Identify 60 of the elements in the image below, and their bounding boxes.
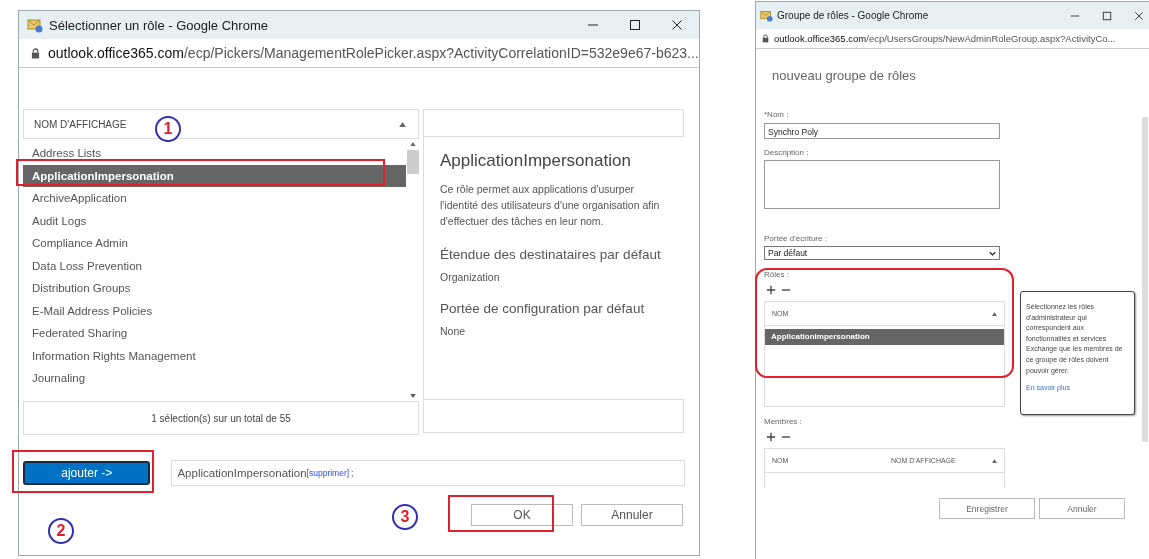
lock-icon — [31, 47, 40, 59]
list-item[interactable]: Distribution Groups — [23, 277, 406, 300]
sort-arrow-icon — [992, 311, 997, 316]
list-item[interactable]: Journaling — [23, 367, 406, 390]
remove-link[interactable]: [supprimer] — [306, 468, 350, 478]
envelope-icon — [27, 17, 43, 33]
field-label: Rôles : — [764, 270, 790, 279]
list-item[interactable]: ArchiveApplication — [23, 187, 406, 210]
lock-icon — [762, 34, 769, 43]
table-row[interactable]: ApplicationImpersonation — [765, 329, 1004, 345]
sort-arrow-icon — [409, 142, 416, 146]
detail-description: Ce rôle permet aux applications d'usurper l'identité des utilisateurs d'une organisation afin d'effectuer des tâches en leur nom. — [440, 182, 661, 229]
list-item[interactable]: Address Lists — [23, 142, 406, 165]
detail-title: ApplicationImpersonation — [440, 151, 632, 171]
dialog-button[interactable]: Annuler — [1039, 498, 1125, 519]
list-item[interactable]: Federated Sharing — [23, 322, 406, 345]
plus-icon[interactable] — [766, 285, 776, 295]
name-field[interactable]: Synchro Poly — [764, 123, 1000, 139]
separator-text: ; — [351, 468, 354, 478]
maximize-icon[interactable] — [629, 19, 641, 31]
field-label: Portée d'écriture : — [764, 234, 828, 243]
list-item[interactable]: ApplicationImpersonation — [23, 164, 406, 187]
sort-arrow-icon — [992, 458, 997, 463]
plus-icon[interactable] — [766, 432, 776, 442]
scrollbar-thumb[interactable] — [406, 150, 419, 174]
page-heading: nouveau groupe de rôles — [772, 68, 917, 83]
dialog-button[interactable]: Annuler — [581, 504, 683, 526]
field-value: Organization — [440, 271, 501, 283]
list-item[interactable]: E-Mail Address Policies — [23, 299, 406, 322]
sort-arrow-icon — [399, 121, 406, 127]
field-value: None — [440, 325, 467, 337]
dialog-button[interactable]: OK — [471, 504, 573, 526]
list-item[interactable]: Data Loss Prevention — [23, 254, 406, 277]
list-item[interactable]: Audit Logs — [23, 209, 406, 232]
add-button[interactable]: ajouter -> — [23, 461, 151, 485]
field-label: *Nom : — [764, 110, 790, 119]
field-label: Membres : — [764, 417, 803, 426]
field-label: Étendue des destinataires par défaut — [440, 247, 662, 262]
scrollbar[interactable] — [1142, 117, 1148, 442]
close-icon[interactable] — [1134, 10, 1144, 21]
address-url[interactable]: outlook.office365.com/ecp/Pickers/ManagementRolePicker.aspx?ActivityCorrelationID=532e9e67-b623... — [48, 45, 699, 61]
window-title: Groupe de rôles - Google Chrome — [777, 10, 930, 21]
field-label: Description : — [764, 148, 810, 157]
scope-dropdown[interactable]: Par défaut — [764, 246, 1000, 260]
close-icon[interactable] — [671, 19, 683, 31]
field-label: Portée de configuration par défaut — [440, 301, 646, 316]
window-title: Sélectionner un rôle - Google Chrome — [49, 17, 269, 33]
selection-count: 1 sélection(s) sur un total de 55 — [23, 401, 419, 435]
list-item[interactable]: Compliance Admin — [23, 232, 406, 255]
selected-role: ApplicationImpersonation — [177, 467, 307, 479]
address-url[interactable]: outlook.office365.com/ecp/UsersGroups/NewAdminRoleGroup.aspx?ActivityCo... — [774, 33, 1116, 44]
description-field[interactable] — [764, 160, 1000, 209]
down-arrow-icon — [409, 394, 416, 398]
chevron-icon — [989, 250, 996, 256]
list-item[interactable]: Information Rights Management — [23, 344, 406, 367]
selected-roles-field[interactable]: ApplicationImpersonation[supprimer] ; — [171, 460, 685, 486]
search-field[interactable] — [423, 109, 684, 137]
maximize-icon[interactable] — [1102, 10, 1112, 21]
dialog-button[interactable]: Enregistrer — [939, 498, 1035, 519]
envelope-icon — [760, 9, 773, 22]
